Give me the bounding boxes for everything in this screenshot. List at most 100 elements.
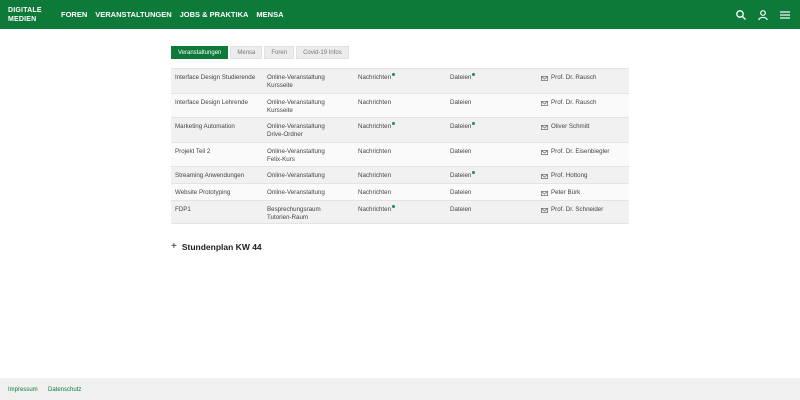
lecturer-contact[interactable]: Prof. Dr. Eisenbiegler <box>541 148 609 156</box>
mail-icon <box>541 149 548 155</box>
online-link[interactable]: Besprechungsraum <box>267 206 321 214</box>
table-row: Projekt Teil 2 Online-Veranstaltung Felix-… <box>171 143 629 167</box>
menu-icon[interactable] <box>779 8 791 20</box>
table-row: Interface Design Studierende Online-Veran… <box>171 69 629 94</box>
news-link[interactable]: Nachrichten <box>358 189 391 197</box>
online-link-secondary[interactable]: Kursseite <box>267 107 325 115</box>
lecturer-contact[interactable]: Oliver Schmitt <box>541 123 590 131</box>
online-link-secondary[interactable]: Felix-Kurs <box>267 156 325 164</box>
new-indicator-dot <box>472 171 476 174</box>
new-indicator-dot <box>392 205 396 208</box>
online-link[interactable]: Online-Veranstaltung <box>267 74 325 82</box>
mail-icon <box>541 207 548 213</box>
online-links: Online-Veranstaltung Felix-Kurs <box>267 148 325 164</box>
online-link[interactable]: Online-Veranstaltung <box>267 189 325 197</box>
user-icon[interactable] <box>757 8 769 21</box>
files-label: Dateien <box>450 99 472 106</box>
files-link[interactable]: Dateien <box>450 148 471 156</box>
files-label: Dateien <box>450 74 472 81</box>
lecturer-contact[interactable]: Prof. Dr. Rausch <box>541 99 596 107</box>
lecturer-contact[interactable]: Peter Bürk <box>541 189 580 197</box>
online-link-secondary[interactable]: Drive-Ordner <box>267 131 325 139</box>
search-icon[interactable] <box>735 8 747 20</box>
online-link[interactable]: Online-Veranstaltung <box>267 123 325 131</box>
new-indicator-dot <box>472 73 476 76</box>
course-table: Interface Design Studierende Online-Veran… <box>171 68 629 224</box>
news-link[interactable]: Nachrichten <box>358 99 391 107</box>
files-link[interactable]: Dateien <box>450 73 476 82</box>
tab-covid-19-infos[interactable]: Covid-19 Infos <box>296 46 349 59</box>
course-name[interactable]: Interface Design Lehrende <box>175 99 248 107</box>
files-label: Dateien <box>450 148 472 155</box>
online-links: Online-Veranstaltung <box>267 189 325 197</box>
footer: Impressum Datenschutz <box>0 378 800 400</box>
lecturer-contact[interactable]: Prof. Hottong <box>541 172 587 180</box>
files-link[interactable]: Dateien <box>450 189 471 197</box>
online-link-secondary[interactable]: Tutorien-Raum <box>267 214 321 222</box>
lecturer-name: Prof. Dr. Eisenbiegler <box>551 148 610 155</box>
plus-icon: + <box>171 241 177 252</box>
tab-mensa[interactable]: Mensa <box>230 46 263 59</box>
footer-link-datenschutz[interactable]: Datenschutz <box>48 387 81 393</box>
mail-icon <box>541 100 548 106</box>
files-label: Dateien <box>450 123 472 130</box>
nav-item-mensa[interactable]: MENSA <box>256 10 283 19</box>
lecturer-name: Oliver Schmitt <box>551 123 590 130</box>
files-link[interactable]: Dateien <box>450 171 476 180</box>
logo-line-1: DIGITALE <box>8 7 42 14</box>
lecturer-name: Peter Bürk <box>551 189 581 196</box>
lecturer-name: Prof. Dr. Rausch <box>551 74 597 81</box>
lecturer-name: Prof. Dr. Schneider <box>551 206 604 213</box>
mail-icon <box>541 190 548 196</box>
course-name[interactable]: Marketing Automation <box>175 123 235 131</box>
online-link-secondary[interactable]: Kursseite <box>267 82 325 90</box>
course-name[interactable]: Website Prototyping <box>175 189 230 197</box>
course-name[interactable]: Streaming Anwendungen <box>175 172 244 180</box>
header-actions <box>735 8 791 21</box>
lecturer-contact[interactable]: Prof. Dr. Schneider <box>541 206 603 214</box>
mail-icon <box>541 124 548 130</box>
online-links: Online-Veranstaltung Kursseite <box>267 99 325 115</box>
news-link[interactable]: Nachrichten <box>358 122 396 131</box>
nav-item-foren[interactable]: FOREN <box>61 10 87 19</box>
schedule-title: Stundenplan KW 44 <box>181 242 262 252</box>
course-name[interactable]: Projekt Teil 2 <box>175 148 210 156</box>
news-label: Nachrichten <box>358 172 392 179</box>
site-logo[interactable]: DIGITALE MEDIEN <box>8 6 42 24</box>
mail-icon <box>541 75 548 81</box>
footer-link-impressum[interactable]: Impressum <box>8 387 38 393</box>
new-indicator-dot <box>392 122 396 125</box>
files-link[interactable]: Dateien <box>450 206 471 214</box>
news-link[interactable]: Nachrichten <box>358 172 391 180</box>
online-link[interactable]: Online-Veranstaltung <box>267 148 325 156</box>
course-name[interactable]: FDP1 <box>175 206 191 214</box>
news-label: Nachrichten <box>358 99 392 106</box>
dashboard-tabs: Veranstaltungen Mensa Foren Covid-19 Inf… <box>171 46 349 59</box>
schedule-toggle[interactable]: + Stundenplan KW 44 <box>171 241 262 253</box>
files-link[interactable]: Dateien <box>450 99 471 107</box>
nav-item-jobs-praktika[interactable]: JOBS & PRAKTIKA <box>180 10 249 19</box>
table-row: Website Prototyping Online-Veranstaltung N… <box>171 184 629 201</box>
online-link[interactable]: Online-Veranstaltung <box>267 172 325 180</box>
course-name[interactable]: Interface Design Studierende <box>175 74 255 82</box>
files-label: Dateien <box>450 206 472 213</box>
online-links: Online-Veranstaltung <box>267 172 325 180</box>
table-row: FDP1 Besprechungsraum Tutorien-Raum Nachric… <box>171 201 629 224</box>
files-link[interactable]: Dateien <box>450 122 476 131</box>
tab-foren[interactable]: Foren <box>264 46 295 59</box>
news-link[interactable]: Nachrichten <box>358 148 391 156</box>
lecturer-name: Prof. Hottong <box>551 172 588 179</box>
news-link[interactable]: Nachrichten <box>358 73 396 82</box>
online-link[interactable]: Online-Veranstaltung <box>267 99 325 107</box>
nav-item-veranstaltungen[interactable]: VERANSTALTUNGEN <box>95 10 171 19</box>
top-navigation-bar: DIGITALE MEDIEN FOREN VERANSTALTUNGEN JO… <box>0 0 800 29</box>
files-label: Dateien <box>450 172 472 179</box>
lecturer-contact[interactable]: Prof. Dr. Rausch <box>541 74 596 82</box>
news-label: Nachrichten <box>358 148 392 155</box>
tab-veranstaltungen[interactable]: Veranstaltungen <box>171 46 229 59</box>
logo-line-2: MEDIEN <box>8 16 37 23</box>
files-label: Dateien <box>450 189 472 196</box>
news-link[interactable]: Nachrichten <box>358 205 396 214</box>
news-label: Nachrichten <box>358 74 392 81</box>
new-indicator-dot <box>392 73 396 76</box>
